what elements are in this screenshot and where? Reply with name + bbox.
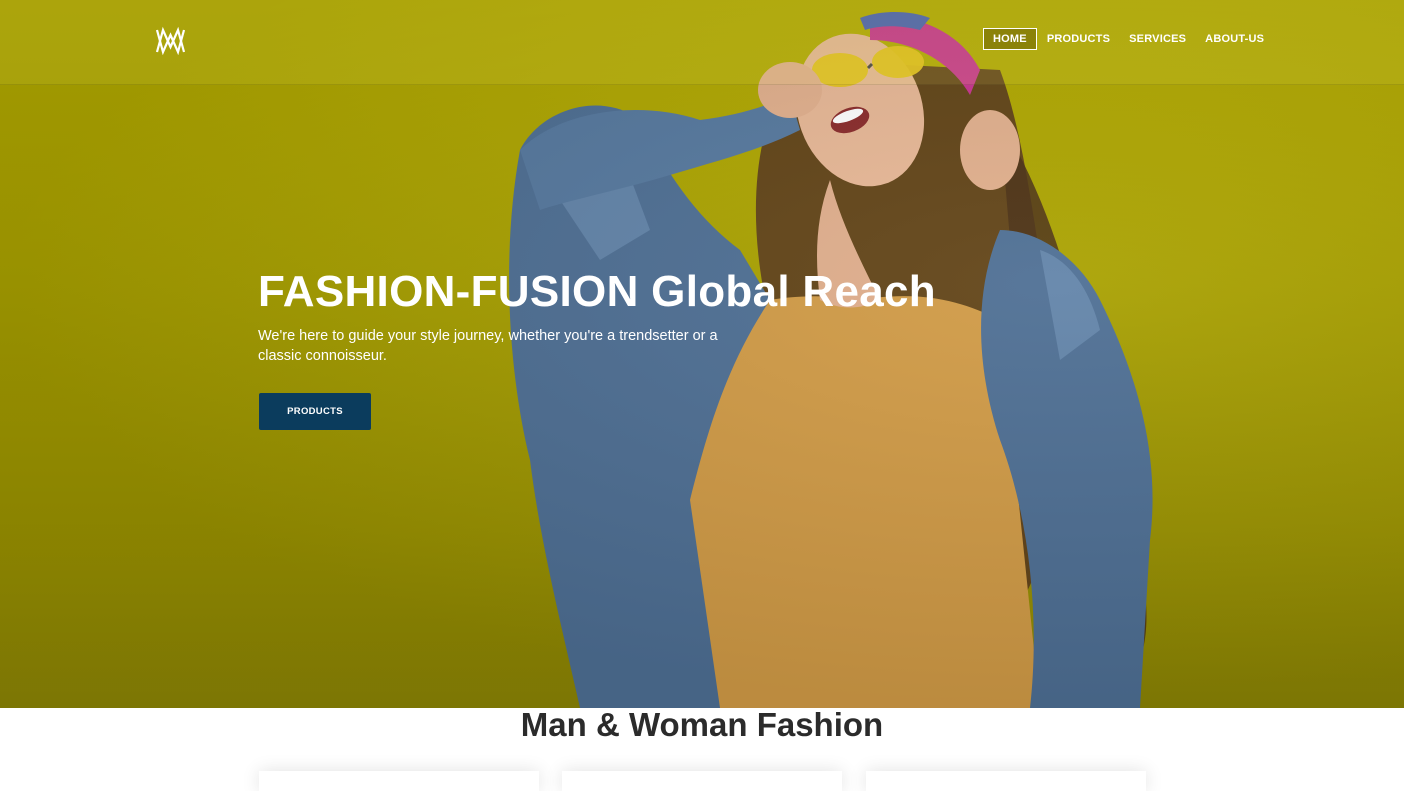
nav-about-us-link[interactable]: ABOUT-US bbox=[1196, 29, 1273, 49]
products-cta-button[interactable]: PRODUCTS bbox=[259, 393, 371, 430]
hero-title: FASHION-FUSION Global Reach bbox=[258, 267, 936, 316]
monogram-logo-icon[interactable] bbox=[155, 26, 186, 55]
hero-banner: HOME PRODUCTS SERVICES ABOUT-US FASHION-… bbox=[0, 0, 1404, 708]
product-card[interactable] bbox=[259, 771, 539, 791]
nav-services-link[interactable]: SERVICES bbox=[1120, 29, 1195, 49]
section-title: Man & Woman Fashion bbox=[520, 706, 884, 743]
nav-products-link[interactable]: PRODUCTS bbox=[1038, 29, 1119, 49]
top-navbar: HOME PRODUCTS SERVICES ABOUT-US bbox=[0, 0, 1404, 85]
product-card[interactable] bbox=[562, 771, 842, 791]
hero-subtitle: We're here to guide your style journey, … bbox=[258, 328, 718, 364]
main-nav: HOME PRODUCTS SERVICES ABOUT-US bbox=[983, 28, 1274, 50]
nav-home-link[interactable]: HOME bbox=[983, 28, 1037, 50]
product-card[interactable] bbox=[866, 771, 1146, 791]
